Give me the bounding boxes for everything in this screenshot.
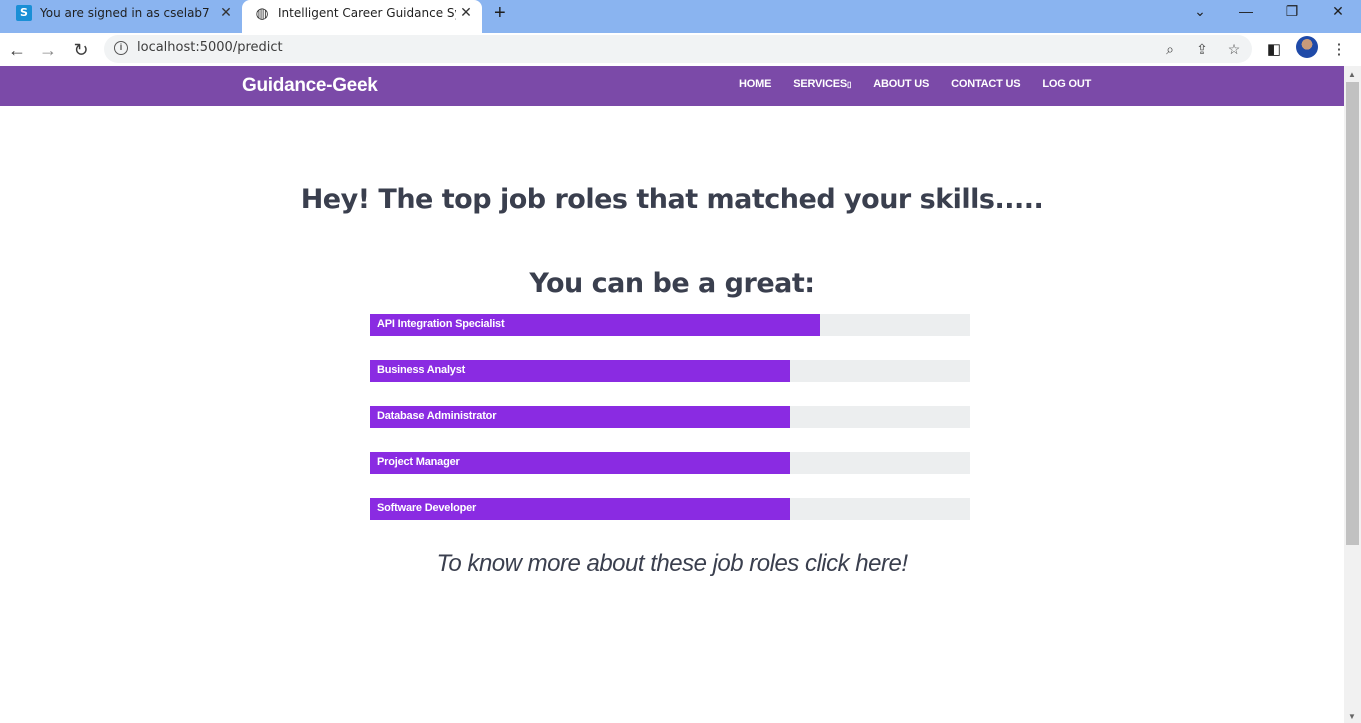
- restore-button[interactable]: ❐: [1269, 0, 1315, 25]
- job-role-label: API Integration Specialist: [377, 318, 505, 330]
- scroll-thumb[interactable]: [1346, 82, 1359, 545]
- nav-log-out[interactable]: LOG OUT: [1042, 78, 1091, 90]
- back-button[interactable]: ←: [4, 37, 30, 63]
- nav-about-us[interactable]: ABOUT US: [873, 78, 929, 90]
- job-role-list: API Integration Specialist Business Anal…: [370, 314, 970, 544]
- tab-title: You are signed in as cselab7: [40, 5, 210, 20]
- job-role-label: Database Administrator: [377, 410, 497, 422]
- browser-tab-career-guidance[interactable]: ◍ Intelligent Career Guidance Syste ✕: [242, 0, 482, 33]
- page-subheading: You can be a great:: [529, 268, 815, 299]
- tab-search-icon[interactable]: ⌄: [1177, 0, 1223, 25]
- nav-services[interactable]: SERVICES▯: [793, 78, 851, 90]
- scroll-up-icon[interactable]: ▲: [1348, 70, 1356, 79]
- job-role-label: Software Developer: [377, 502, 477, 514]
- close-icon[interactable]: ✕: [456, 5, 476, 21]
- nav-home[interactable]: HOME: [739, 78, 771, 90]
- bookmark-star-icon[interactable]: ☆: [1224, 39, 1244, 59]
- job-role-label: Business Analyst: [377, 364, 466, 376]
- globe-icon: ◍: [255, 3, 269, 22]
- job-role-bar: Business Analyst: [370, 360, 970, 382]
- job-role-bar: Database Administrator: [370, 406, 970, 428]
- site-navbar: Guidance-Geek HOME SERVICES▯ ABOUT US CO…: [0, 66, 1344, 106]
- browser-tab-strip: S You are signed in as cselab7 ✕ ◍ Intel…: [0, 0, 1361, 33]
- job-role-bar: Software Developer: [370, 498, 970, 520]
- reload-button[interactable]: ↻: [68, 37, 94, 63]
- job-role-bar: API Integration Specialist: [370, 314, 970, 336]
- minimize-button[interactable]: —: [1223, 0, 1269, 25]
- nav-links: HOME SERVICES▯ ABOUT US CONTACT US LOG O…: [739, 78, 1113, 90]
- address-bar[interactable]: i localhost:5000/predict ⌕ ⇪ ☆: [104, 35, 1252, 63]
- tab-title: Intelligent Career Guidance Syste: [278, 5, 456, 20]
- job-role-label: Project Manager: [377, 456, 460, 468]
- s-logo-icon: S: [16, 4, 32, 21]
- nav-contact-us[interactable]: CONTACT US: [951, 78, 1020, 90]
- brand-logo[interactable]: Guidance-Geek: [242, 75, 378, 97]
- dropdown-caret-icon: ▯: [847, 80, 852, 89]
- side-panel-icon[interactable]: ◧: [1263, 39, 1285, 61]
- browser-tab-signed-in[interactable]: S You are signed in as cselab7 ✕: [8, 0, 242, 25]
- menu-icon[interactable]: ⋮: [1328, 39, 1350, 61]
- page-heading: Hey! The top job roles that matched your…: [300, 184, 1044, 215]
- nav-services-label: SERVICES: [793, 78, 848, 90]
- forward-button[interactable]: →: [35, 37, 61, 63]
- job-role-bar: Project Manager: [370, 452, 970, 474]
- page-scrollbar[interactable]: ▲ ▼: [1344, 66, 1361, 723]
- scroll-down-icon[interactable]: ▼: [1348, 712, 1356, 721]
- more-info-link[interactable]: To know more about these job roles click…: [0, 550, 1344, 578]
- profile-avatar[interactable]: [1296, 36, 1318, 58]
- zoom-icon[interactable]: ⌕: [1160, 39, 1180, 59]
- info-icon[interactable]: i: [114, 41, 128, 55]
- url-text[interactable]: localhost:5000/predict: [137, 40, 283, 55]
- browser-toolbar: ← → ↻ i localhost:5000/predict ⌕ ⇪ ☆ ◧ ⋮: [0, 33, 1361, 66]
- close-window-button[interactable]: ✕: [1315, 0, 1361, 25]
- close-icon[interactable]: ✕: [216, 5, 236, 21]
- new-tab-button[interactable]: +: [494, 2, 506, 25]
- share-icon[interactable]: ⇪: [1192, 39, 1212, 59]
